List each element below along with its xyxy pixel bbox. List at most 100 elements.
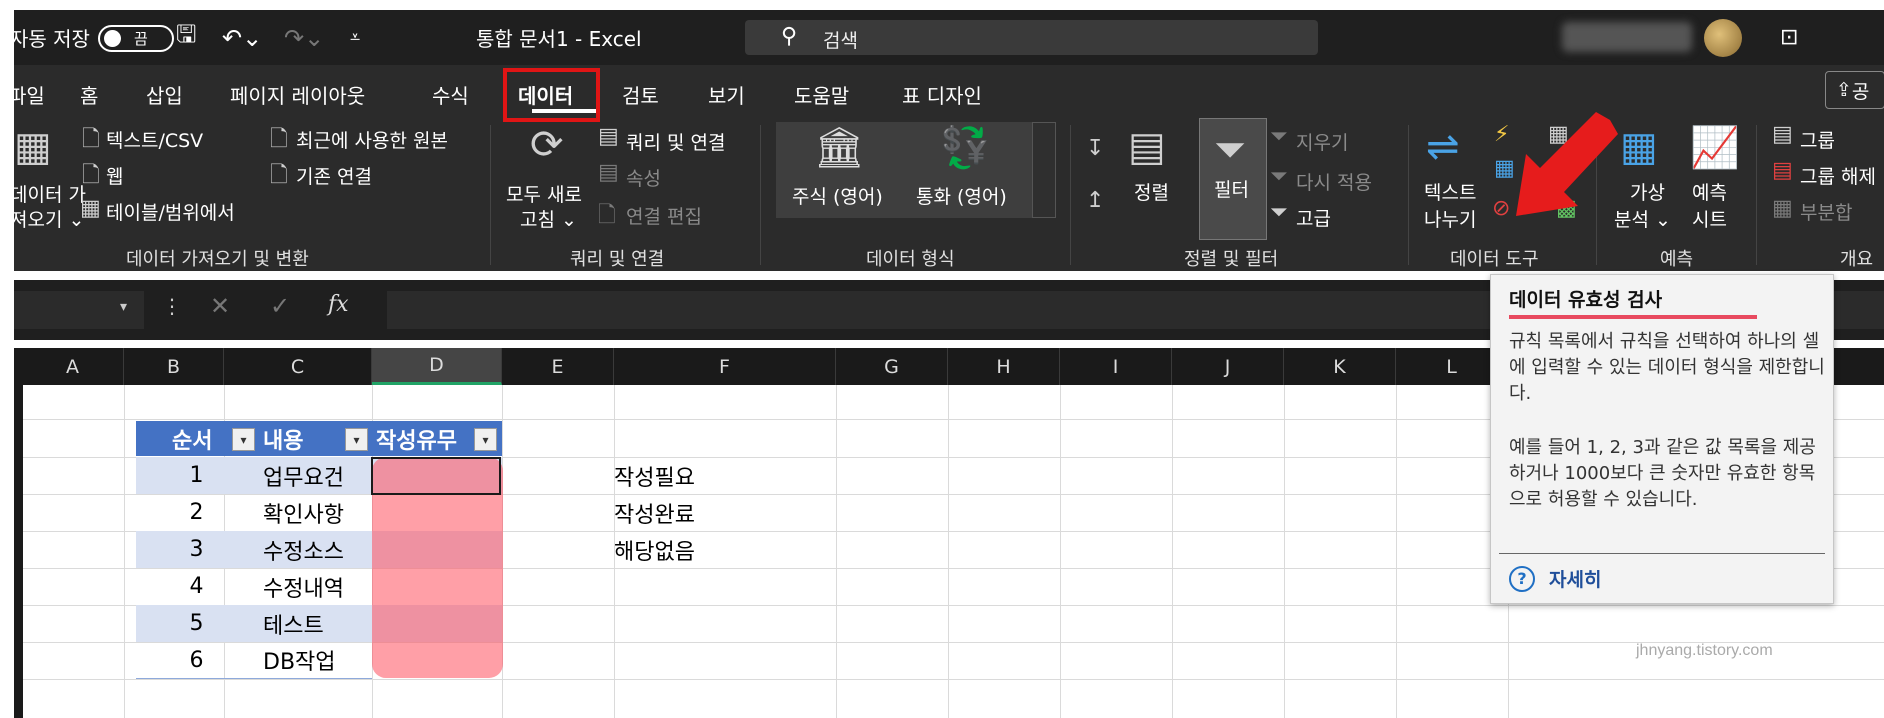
forecast-label-2[interactable]: 시트 [1692, 205, 1727, 232]
edit-links-button[interactable]: 연결 편집 [626, 202, 702, 229]
tab-file[interactable]: 파일 [8, 65, 45, 123]
stocks-button[interactable]: 주식 (영어) [792, 182, 883, 209]
forecast-label-1[interactable]: 예측 [1692, 178, 1727, 205]
more-icon[interactable]: ⋮ [162, 294, 182, 318]
what-if-label-1[interactable]: 가상 [1630, 178, 1665, 205]
refresh-all-label-1[interactable]: 모두 새로 [506, 180, 582, 207]
redo-icon[interactable]: ↷⌄ [284, 10, 324, 65]
col-header-f[interactable]: F [614, 348, 836, 385]
advanced-button[interactable]: 고급 [1296, 204, 1331, 231]
filter-dropdown-icon[interactable]: ▾ [345, 428, 368, 451]
enter-icon[interactable]: ✓ [270, 292, 290, 320]
table-row-content[interactable]: 확인사항 [257, 494, 372, 531]
filter-dropdown-icon[interactable]: ▾ [232, 428, 255, 451]
table-row-content[interactable]: 수정소스 [257, 531, 372, 568]
web-button[interactable]: 웹 [106, 162, 123, 189]
col-header-a[interactable]: A [22, 348, 124, 385]
table-row-num[interactable]: 4 [136, 568, 257, 605]
get-data-label-1[interactable]: 데이터 가 [10, 180, 86, 207]
autosave-label: 자동 저장 [10, 27, 90, 51]
forecast-sheet-icon[interactable]: 📈 [1690, 124, 1740, 171]
subtotal-button[interactable]: 부분합 [1800, 198, 1852, 225]
table-row-content[interactable]: 수정내역 [257, 568, 372, 605]
table-row-content[interactable]: DB작업 [257, 642, 372, 679]
table-header-status-label: 작성유무 [376, 428, 457, 454]
active-cell[interactable] [371, 457, 501, 495]
save-icon[interactable]: 🖫 [176, 10, 196, 65]
stocks-icon[interactable]: 🏛 [814, 124, 865, 171]
search-box[interactable]: ⚲ 검색 [745, 20, 1318, 55]
share-button[interactable]: ⇪ 공 [1825, 71, 1884, 109]
table-row-content[interactable]: 업무요건 [257, 457, 372, 494]
refresh-all-icon[interactable]: ⟳ [530, 122, 564, 168]
edit-links-icon: 🗋 [598, 203, 616, 228]
list-value[interactable]: 해당없음 [614, 531, 695, 568]
sort-desc-icon[interactable]: ↥ [1086, 188, 1104, 213]
name-box-dropdown-icon[interactable]: ▾ [120, 299, 127, 315]
what-if-label-2[interactable]: 분석 ⌄ [1614, 205, 1671, 232]
table-row-num[interactable]: 2 [136, 494, 257, 531]
sort-asc-icon[interactable]: ↧ [1086, 136, 1104, 161]
table-row-num[interactable]: 1 [136, 457, 257, 494]
col-header-c[interactable]: C [224, 348, 372, 385]
tab-help[interactable]: 도움말 [794, 65, 849, 123]
currency-icon[interactable]: 💱 [940, 124, 990, 171]
autosave-toggle[interactable]: 끔 [98, 25, 174, 52]
text-to-columns-icon[interactable]: ⇌ [1426, 124, 1460, 170]
get-data-icon[interactable]: ▦ [14, 124, 52, 170]
currency-button[interactable]: 통화 (영어) [916, 182, 1007, 209]
customize-qat-icon[interactable]: ⩡ [350, 10, 360, 65]
ribbon-display-icon[interactable]: ⊡ [1780, 10, 1798, 65]
clear-button[interactable]: 지우기 [1296, 128, 1348, 155]
gallery-scroll[interactable] [1032, 122, 1056, 218]
list-value[interactable]: 작성완료 [614, 494, 695, 531]
sort-icon[interactable]: ▤ [1128, 124, 1166, 170]
tab-page-layout[interactable]: 페이지 레이아웃 [230, 65, 365, 123]
text-to-columns-label-2[interactable]: 나누기 [1424, 205, 1476, 232]
flash-fill-icon[interactable]: ⚡ [1494, 122, 1509, 147]
queries-connections-button[interactable]: 쿼리 및 연결 [626, 128, 725, 155]
col-header-e[interactable]: E [502, 348, 614, 385]
name-box[interactable]: ▾ [14, 291, 144, 329]
table-row-num[interactable]: 6 [136, 642, 257, 679]
data-validation-icon[interactable]: ⊘ [1492, 196, 1510, 221]
tab-table-design[interactable]: 표 디자인 [902, 65, 982, 123]
list-value[interactable]: 작성필요 [614, 457, 695, 494]
tab-insert[interactable]: 삽입 [146, 65, 183, 123]
existing-connections-button[interactable]: 기존 연결 [296, 162, 372, 189]
tab-review[interactable]: 검토 [622, 65, 659, 123]
get-data-label-2[interactable]: 져오기 ⌄ [10, 205, 84, 232]
refresh-all-label-2[interactable]: 고침 ⌄ [520, 205, 577, 232]
col-header-h[interactable]: H [948, 348, 1060, 385]
tab-view[interactable]: 보기 [708, 65, 745, 123]
tab-home[interactable]: 홈 [80, 65, 98, 123]
undo-icon[interactable]: ↶⌄ [222, 10, 262, 65]
col-header-d[interactable]: D [372, 348, 502, 385]
table-row-num[interactable]: 3 [136, 531, 257, 568]
what-if-icon[interactable]: ▦ [1620, 124, 1658, 170]
table-row-content[interactable]: 테스트 [257, 605, 372, 642]
search-input[interactable]: 검색 [823, 26, 858, 53]
ungroup-button[interactable]: 그룹 해제 [1800, 162, 1876, 189]
insert-function-icon[interactable]: fx [328, 292, 349, 317]
col-header-k[interactable]: K [1284, 348, 1396, 385]
text-csv-button[interactable]: 텍스트/CSV [106, 126, 203, 153]
text-to-columns-label-1[interactable]: 텍스트 [1424, 178, 1476, 205]
group-button[interactable]: 그룹 [1800, 126, 1835, 153]
col-header-b[interactable]: B [124, 348, 224, 385]
col-header-i[interactable]: I [1060, 348, 1172, 385]
tab-formulas[interactable]: 수식 [432, 65, 469, 123]
table-range-button[interactable]: 테이블/범위에서 [106, 198, 235, 225]
cancel-icon[interactable]: ✕ [210, 292, 230, 320]
avatar[interactable] [1704, 19, 1742, 57]
col-header-j[interactable]: J [1172, 348, 1284, 385]
recent-sources-button[interactable]: 최근에 사용한 원본 [296, 126, 448, 153]
col-header-g[interactable]: G [836, 348, 948, 385]
sort-button[interactable]: 정렬 [1134, 178, 1169, 205]
tooltip-help-link[interactable]: ? 자세히 [1509, 565, 1601, 592]
properties-button[interactable]: 속성 [626, 164, 661, 191]
reapply-button[interactable]: 다시 적용 [1296, 168, 1372, 195]
filter-button[interactable]: ⏷ 필터 [1199, 118, 1267, 240]
table-row-num[interactable]: 5 [136, 605, 257, 642]
filter-dropdown-icon[interactable]: ▾ [474, 428, 497, 451]
